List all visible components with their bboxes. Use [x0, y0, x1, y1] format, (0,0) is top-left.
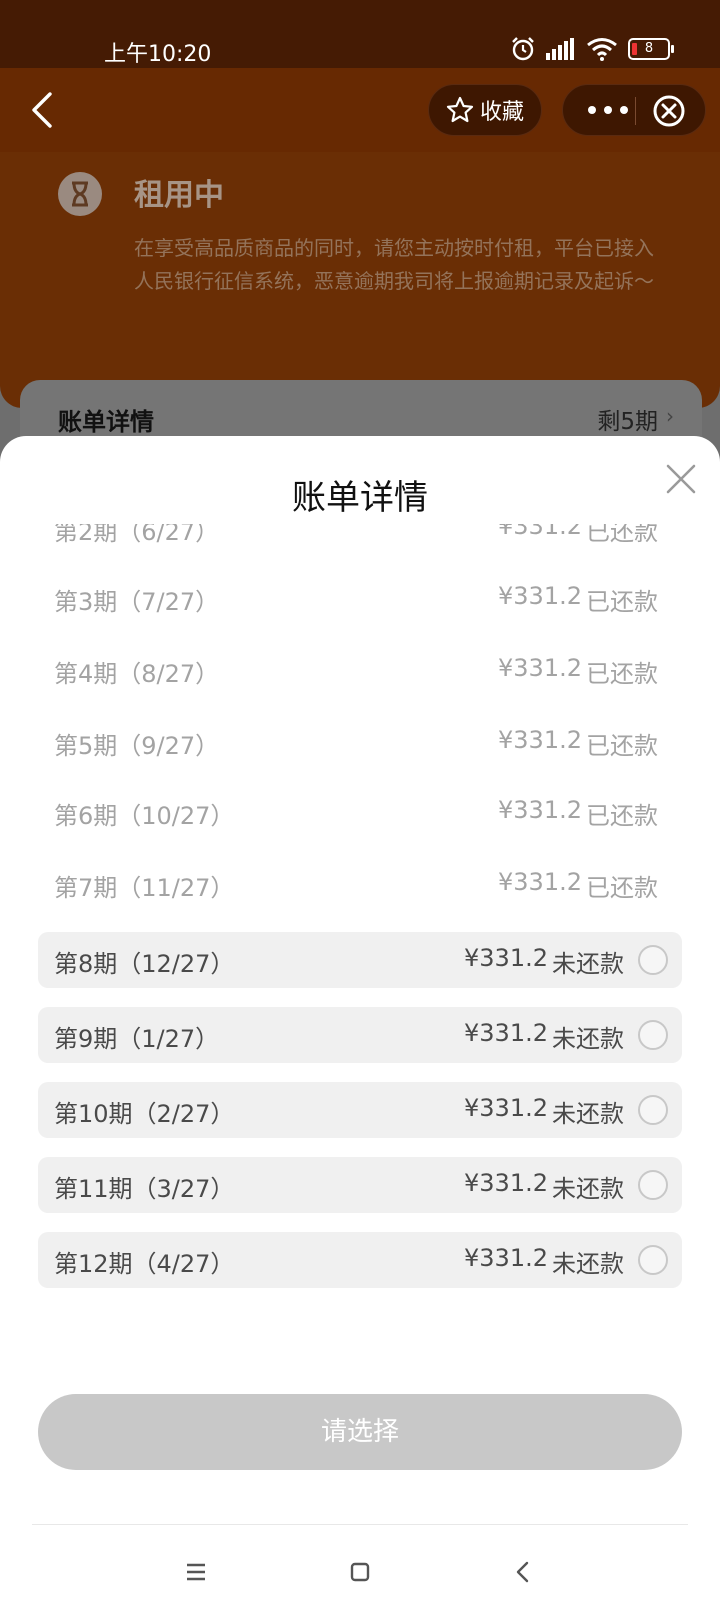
period-label: 第2期（6/27） [54, 524, 220, 546]
back-arrow-icon[interactable] [24, 88, 64, 132]
menu-icon[interactable] [176, 1552, 216, 1592]
period-amount: ¥331.2 [498, 582, 582, 610]
period-status: 未还款 [552, 1100, 624, 1128]
period-amount: ¥331.2 [464, 944, 548, 972]
period-amount: ¥331.2 [498, 868, 582, 896]
period-label: 第12期（4/27） [54, 1250, 235, 1278]
more-icon[interactable] [583, 97, 633, 123]
period-label: 第11期（3/27） [54, 1175, 235, 1203]
period-label: 第9期（1/27） [54, 1025, 220, 1053]
period-label: 第7期（11/27） [54, 874, 235, 902]
bill-row: 第2期（6/27） ¥331.2 已还款 [38, 524, 682, 556]
period-label: 第6期（10/27） [54, 802, 235, 830]
select-radio[interactable] [638, 945, 668, 975]
bill-row: 第7期（11/27） ¥331.2 已还款 [38, 856, 682, 912]
select-radio[interactable] [638, 1095, 668, 1125]
period-status: 已还款 [586, 524, 658, 546]
bill-row-selectable[interactable]: 第8期（12/27） ¥331.2 未还款 [38, 932, 682, 988]
bill-row: 第6期（10/27） ¥331.2 已还款 [38, 784, 682, 840]
star-icon [446, 96, 474, 123]
status-time: 上午10:20 [104, 42, 212, 67]
period-label: 第10期（2/27） [54, 1100, 235, 1128]
period-status: 未还款 [552, 1175, 624, 1203]
period-status: 已还款 [586, 732, 658, 760]
period-amount: ¥331.2 [464, 1019, 548, 1047]
period-amount: ¥331.2 [498, 654, 582, 682]
period-label: 第5期（9/27） [54, 732, 220, 760]
close-icon[interactable] [664, 462, 698, 496]
mini-program-capsule [562, 84, 706, 136]
select-radio[interactable] [638, 1020, 668, 1050]
bill-row-selectable[interactable]: 第12期（4/27） ¥331.2 未还款 [38, 1232, 682, 1288]
period-amount: ¥331.2 [464, 1169, 548, 1197]
period-label: 第4期（8/27） [54, 660, 220, 688]
period-status: 已还款 [586, 802, 658, 830]
bill-row-selectable[interactable]: 第10期（2/27） ¥331.2 未还款 [38, 1082, 682, 1138]
bill-row: 第3期（7/27） ¥331.2 已还款 [38, 570, 682, 626]
period-status: 已还款 [586, 874, 658, 902]
signal-icon [546, 38, 574, 60]
wifi-icon [587, 38, 617, 61]
back-icon[interactable] [504, 1552, 544, 1592]
favorite-label: 收藏 [479, 100, 524, 125]
period-label: 第3期（7/27） [54, 588, 220, 616]
period-status: 未还款 [552, 1025, 624, 1053]
capsule-divider [635, 97, 636, 125]
period-amount: ¥331.2 [464, 1094, 548, 1122]
period-status: 未还款 [552, 950, 624, 978]
select-radio[interactable] [638, 1170, 668, 1200]
bill-row-selectable[interactable]: 第9期（1/27） ¥331.2 未还款 [38, 1007, 682, 1063]
period-amount: ¥331.2 [498, 796, 582, 824]
chevron-right-icon: › [666, 404, 674, 428]
alarm-icon [512, 37, 534, 61]
close-circle-icon[interactable] [651, 93, 687, 129]
period-status: 已还款 [586, 588, 658, 616]
period-label: 第8期（12/27） [54, 950, 235, 978]
period-status: 已还款 [586, 660, 658, 688]
favorite-button[interactable]: 收藏 [428, 84, 542, 136]
system-navigation-bar [0, 1546, 720, 1596]
select-button[interactable]: 请选择 [38, 1394, 682, 1470]
select-radio[interactable] [638, 1245, 668, 1275]
period-status: 未还款 [552, 1250, 624, 1278]
nav-bar: 收藏 [0, 68, 720, 152]
rental-status-description: 在享受高品质商品的同时，请您主动按时付租，平台已接入人民银行征信系统，恶意逾期我… [134, 236, 654, 293]
battery-icon: 8 [628, 38, 674, 60]
bill-row: 第5期（9/27） ¥331.2 已还款 [38, 714, 682, 770]
status-icons: 8 [510, 36, 674, 62]
home-icon[interactable] [340, 1552, 380, 1592]
rental-status-title: 租用中 [134, 178, 224, 213]
remaining-periods: 剩5期 [597, 409, 658, 435]
bill-card-title: 账单详情 [58, 408, 154, 436]
bill-details-sheet: 账单详情 第2期（6/27） ¥331.2 已还款 第3期（7/27） ¥331… [0, 436, 720, 1600]
period-amount: ¥331.2 [464, 1244, 548, 1272]
period-amount: ¥331.2 [498, 524, 582, 540]
hourglass-icon [58, 172, 102, 216]
bill-row-selectable[interactable]: 第11期（3/27） ¥331.2 未还款 [38, 1157, 682, 1213]
bill-row: 第4期（8/27） ¥331.2 已还款 [38, 642, 682, 698]
sheet-title: 账单详情 [292, 478, 428, 518]
status-bar: 上午10:20 8 [0, 0, 720, 68]
bill-period-list[interactable]: 第2期（6/27） ¥331.2 已还款 第3期（7/27） ¥331.2 已还… [0, 524, 720, 1324]
period-amount: ¥331.2 [498, 726, 582, 754]
divider [32, 1524, 688, 1525]
